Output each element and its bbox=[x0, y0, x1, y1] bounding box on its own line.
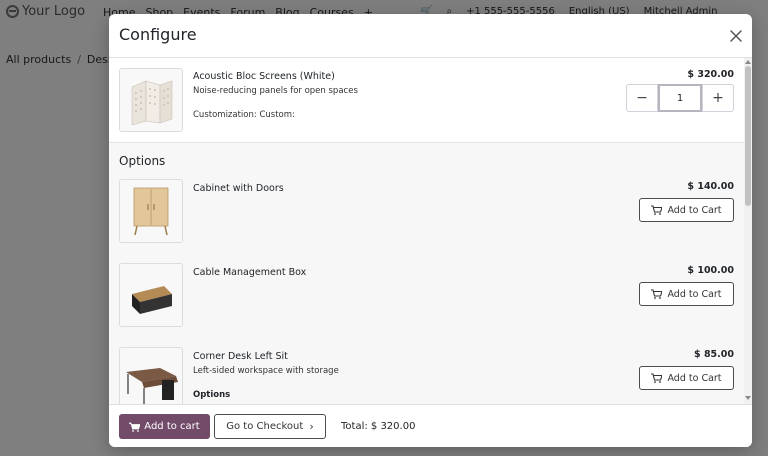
go-to-checkout-button[interactable]: Go to Checkout › bbox=[214, 414, 326, 439]
quantity-input[interactable] bbox=[658, 84, 702, 112]
option-name: Cable Management Box bbox=[193, 267, 307, 278]
go-to-checkout-label: Go to Checkout bbox=[226, 421, 304, 432]
modal-header: Configure bbox=[109, 14, 752, 58]
add-to-cart-button[interactable]: Add to cart bbox=[119, 414, 210, 439]
option-price: $ 100.00 bbox=[687, 265, 734, 276]
option-image-corner-desk bbox=[119, 347, 183, 404]
option-name: Corner Desk Left Sit bbox=[193, 351, 288, 362]
main-product-name: Acoustic Bloc Screens (White) bbox=[193, 71, 335, 82]
option-sub-options-label: Options bbox=[193, 390, 231, 400]
modal-footer: Add to cart Go to Checkout › Total: $ 32… bbox=[109, 404, 752, 447]
minus-icon[interactable]: − bbox=[626, 84, 658, 112]
option-add-to-cart-button[interactable]: Add to Cart bbox=[639, 198, 734, 222]
scroll-up-icon[interactable] bbox=[745, 60, 751, 64]
option-add-to-cart-label: Add to Cart bbox=[667, 204, 722, 216]
total-amount: Total: $ 320.00 bbox=[341, 421, 416, 432]
option-add-to-cart-button[interactable]: Add to Cart bbox=[639, 366, 734, 390]
quantity-stepper: − + bbox=[626, 84, 734, 112]
options-title: Options bbox=[119, 154, 166, 168]
plus-icon[interactable]: + bbox=[702, 84, 734, 112]
option-add-to-cart-button[interactable]: Add to Cart bbox=[639, 282, 734, 306]
scroll-thumb[interactable] bbox=[745, 66, 751, 206]
main-product-row: Acoustic Bloc Screens (White) Noise-redu… bbox=[109, 58, 744, 143]
cart-icon bbox=[129, 422, 141, 432]
cart-icon bbox=[651, 289, 663, 299]
modal-scrollbar[interactable] bbox=[744, 58, 752, 404]
option-price: $ 85.00 bbox=[694, 349, 734, 360]
modal-title: Configure bbox=[119, 25, 197, 44]
option-name: Cabinet with Doors bbox=[193, 183, 284, 194]
option-description: Left-sided workspace with storage bbox=[193, 366, 339, 376]
main-product-image bbox=[119, 68, 183, 132]
chevron-right-icon: › bbox=[309, 420, 314, 433]
add-to-cart-label: Add to cart bbox=[144, 421, 200, 432]
modal-body: Acoustic Bloc Screens (White) Noise-redu… bbox=[109, 58, 752, 404]
option-add-to-cart-label: Add to Cart bbox=[667, 372, 722, 384]
option-price: $ 140.00 bbox=[687, 181, 734, 192]
options-section: Options Cabinet with Doors $ 140.00 Add … bbox=[109, 143, 744, 404]
main-product-customization: Customization: Custom: bbox=[193, 110, 295, 120]
main-product-price: $ 320.00 bbox=[687, 69, 734, 80]
option-image-cable-box bbox=[119, 263, 183, 327]
option-image-cabinet bbox=[119, 179, 183, 243]
option-add-to-cart-label: Add to Cart bbox=[667, 288, 722, 300]
configure-modal: Configure Acoustic Bloc Screens (White) … bbox=[109, 14, 752, 447]
cart-icon bbox=[651, 205, 663, 215]
scroll-down-icon[interactable] bbox=[745, 396, 751, 400]
close-icon[interactable] bbox=[726, 26, 746, 46]
main-product-description: Noise-reducing panels for open spaces bbox=[193, 86, 358, 96]
cart-icon bbox=[651, 373, 663, 383]
